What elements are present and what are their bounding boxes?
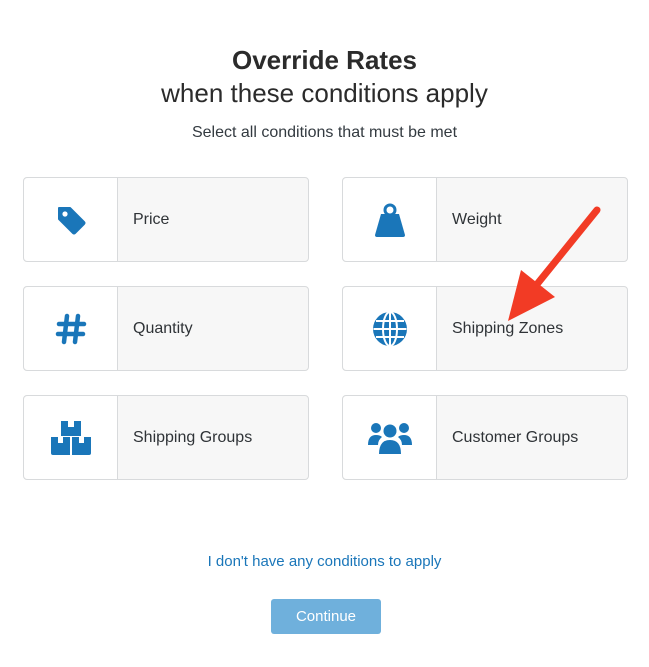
condition-label: Price [133, 210, 170, 228]
weight-icon [371, 201, 409, 239]
no-conditions-link[interactable]: I don't have any conditions to apply [0, 553, 649, 571]
condition-icon-cell [24, 396, 118, 479]
condition-card-weight[interactable]: Weight [342, 177, 628, 262]
condition-card-quantity[interactable]: Quantity [23, 286, 309, 371]
condition-label: Customer Groups [452, 428, 579, 446]
condition-label: Shipping Zones [452, 319, 564, 337]
page-subtitle: when these conditions apply [161, 78, 488, 108]
hash-icon [54, 312, 88, 346]
condition-card-price[interactable]: Price [23, 177, 309, 262]
condition-icon-cell [343, 396, 437, 479]
users-icon [367, 421, 413, 455]
override-rates-dialog: Override Rates when these conditions app… [0, 0, 649, 667]
condition-label: Shipping Groups [133, 428, 253, 446]
condition-icon-cell [24, 287, 118, 370]
condition-card-customer-groups[interactable]: Customer Groups [342, 395, 628, 480]
page-title: Override Rates [232, 45, 417, 75]
globe-icon [371, 310, 409, 348]
condition-icon-cell [343, 178, 437, 261]
boxes-icon [50, 419, 92, 457]
condition-label: Weight [452, 210, 502, 228]
instruction-text: Select all conditions that must be met [191, 124, 458, 141]
condition-icon-cell [343, 287, 437, 370]
tag-icon [54, 203, 88, 237]
condition-icon-cell [24, 178, 118, 261]
condition-card-shipping-groups[interactable]: Shipping Groups [23, 395, 309, 480]
continue-button[interactable]: Continue [271, 599, 381, 634]
condition-card-shipping-zones[interactable]: Shipping Zones [342, 286, 628, 371]
condition-label: Quantity [133, 319, 193, 337]
